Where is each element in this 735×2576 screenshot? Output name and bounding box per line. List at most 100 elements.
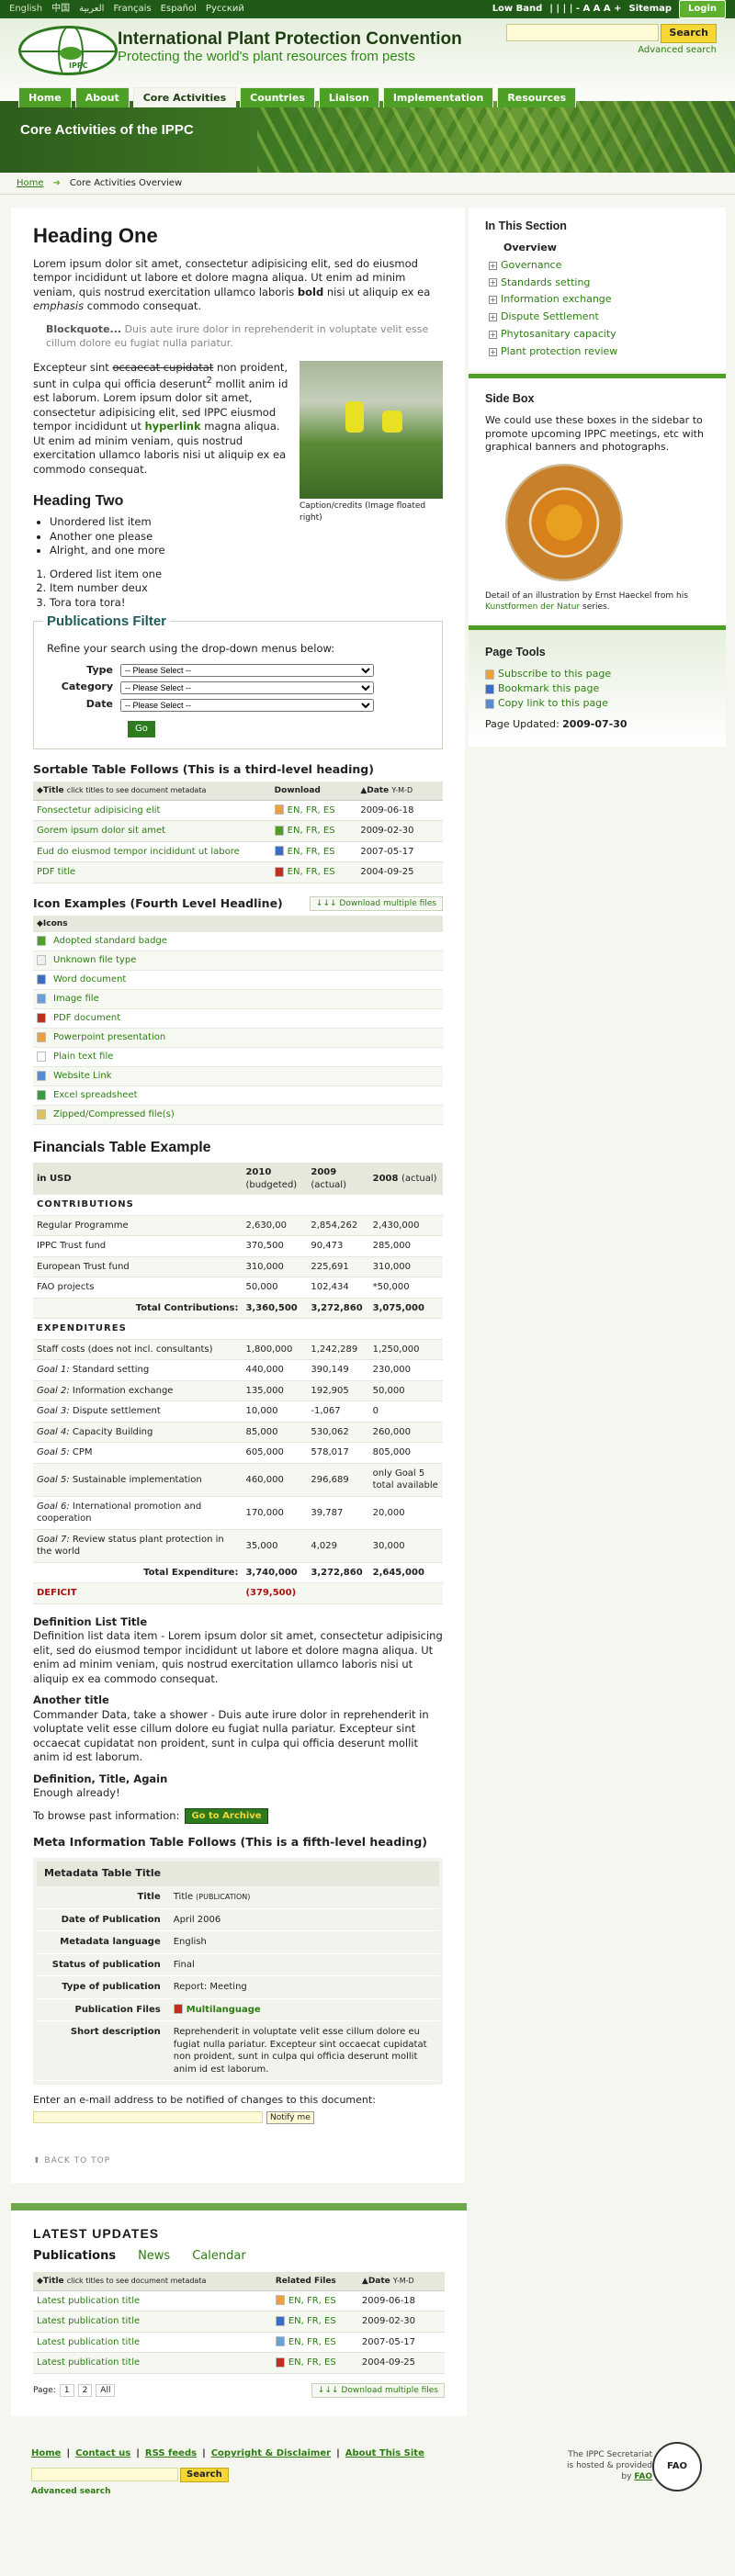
sidebar-item-standards-setting[interactable]: + Standards setting (489, 276, 709, 290)
expand-plus-icon[interactable]: + (489, 261, 497, 270)
page-tool-link[interactable]: Copy link to this page (485, 697, 709, 711)
footer-advanced-search-link[interactable]: Advanced search (31, 2486, 110, 2497)
expand-plus-icon[interactable]: + (489, 278, 497, 287)
page-link[interactable]: All (96, 2383, 116, 2397)
page-tool-link[interactable]: Bookmark this page (485, 682, 709, 696)
page-link[interactable]: 2 (77, 2383, 93, 2397)
search-button[interactable]: Search (661, 24, 717, 43)
nav-tab-about[interactable]: About (74, 87, 130, 107)
download-multiple-button[interactable]: ↓↓↓ Download multiple files (311, 2382, 445, 2398)
kunstformen-link[interactable]: Kunstformen der Natur (485, 602, 580, 612)
nav-tab-resources[interactable]: Resources (497, 87, 577, 107)
footer-search-input[interactable] (31, 2468, 178, 2481)
go-button[interactable]: Go (128, 721, 155, 737)
sidebar-item-governance[interactable]: + Governance (489, 259, 709, 273)
icon-example-row[interactable]: Unknown file type (33, 951, 443, 971)
language-download-links[interactable]: EN, FR, ES (288, 826, 335, 836)
date-column-header[interactable]: ▲Date Y-M-D (357, 2271, 445, 2291)
footer-link[interactable]: Copyright & Disclaimer (211, 2448, 331, 2458)
fao-logo[interactable]: FAO (652, 2442, 702, 2492)
icon-example-row[interactable]: Adopted standard badge (33, 932, 443, 951)
language-download-links[interactable]: EN, FR, ES (288, 867, 335, 877)
document-title-link[interactable]: Latest publication title (37, 2337, 140, 2347)
sitemap-link[interactable]: Sitemap (629, 3, 673, 16)
document-title-link[interactable]: Latest publication title (37, 2357, 140, 2368)
tab-news[interactable]: News (138, 2248, 170, 2265)
language-download-links[interactable]: EN, FR, ES (288, 2316, 336, 2326)
lang-link[interactable]: 中国 (51, 4, 70, 14)
nav-tab-countries[interactable]: Countries (240, 87, 315, 107)
sidebar-item-information-exchange[interactable]: + Information exchange (489, 293, 709, 307)
icon-example-row[interactable]: Website Link (33, 1066, 443, 1086)
nav-tab-implementation[interactable]: Implementation (382, 87, 494, 107)
tab-publications[interactable]: Publications (33, 2248, 116, 2265)
document-title-link[interactable]: Latest publication title (37, 2316, 140, 2326)
lang-link[interactable]: Русский (206, 4, 244, 14)
inline-hyperlink[interactable]: hyperlink (145, 420, 201, 433)
nav-tab-core-activities[interactable]: Core Activities (132, 87, 237, 107)
document-title-link[interactable]: Gorem ipsum dolor sit amet (37, 826, 165, 836)
footer-search-button[interactable]: Search (180, 2468, 229, 2482)
icon-example-row[interactable]: PDF document (33, 1009, 443, 1029)
search-input[interactable] (506, 24, 660, 41)
footer-link[interactable]: About This Site (345, 2448, 424, 2458)
expand-plus-icon[interactable]: + (489, 313, 497, 322)
page-link[interactable]: 1 (59, 2383, 74, 2397)
page-tool-link[interactable]: Subscribe to this page (485, 668, 709, 681)
language-download-links[interactable]: EN, FR, ES (288, 847, 335, 857)
expand-plus-icon[interactable]: + (489, 331, 497, 340)
download-multiple-button[interactable]: ↓↓↓ Download multiple files (309, 896, 443, 912)
icon-example-row[interactable]: Image file (33, 989, 443, 1009)
document-title-link[interactable]: Latest publication title (37, 2296, 140, 2306)
nav-tab-home[interactable]: Home (18, 87, 72, 107)
footer-link[interactable]: Contact us (75, 2448, 130, 2458)
icon-example-row[interactable]: Plain text file (33, 1048, 443, 1067)
document-title-link[interactable]: Fonsectetur adipisicing elit (37, 805, 160, 816)
title-column-header[interactable]: ◆Title click titles to see document meta… (33, 2271, 272, 2291)
icon-example-row[interactable]: Excel spreadsheet (33, 1086, 443, 1106)
archive-button[interactable]: Go to Archive (185, 1807, 268, 1825)
lang-link[interactable]: العربية (79, 4, 104, 14)
breadcrumb-home[interactable]: Home (17, 177, 44, 190)
back-to-top-link[interactable]: ⬆ BACK TO TOP (33, 2155, 443, 2166)
sidebar-item-dispute-settlement[interactable]: + Dispute Settlement (489, 310, 709, 324)
download-column-header[interactable]: Download (270, 781, 357, 801)
expand-plus-icon[interactable]: + (489, 296, 497, 305)
filter-date-select[interactable]: -- Please Select -- (120, 698, 374, 712)
advanced-search-link[interactable]: Advanced search (638, 44, 717, 57)
table-row: Staff costs (does not incl. consultants)… (33, 1339, 443, 1361)
lang-link[interactable]: Español (161, 4, 197, 14)
low-band-link[interactable]: Low Band (492, 3, 543, 16)
icon-example-row[interactable]: Word document (33, 971, 443, 990)
footer-link[interactable]: Home (31, 2448, 61, 2458)
icon-example-row[interactable]: Powerpoint presentation (33, 1028, 443, 1048)
nav-tab-liaison[interactable]: Liaison (318, 87, 379, 107)
language-download-links[interactable]: EN, FR, ES (288, 2357, 336, 2368)
tab-calendar[interactable]: Calendar (192, 2248, 245, 2265)
sidebar-item-phytosanitary-capacity[interactable]: + Phytosanitary capacity (489, 328, 709, 342)
text-size-controls[interactable]: | | | | - A A A + (549, 3, 621, 16)
ippc-logo[interactable]: IPPC (18, 26, 118, 75)
document-title-link[interactable]: PDF title (37, 867, 75, 877)
sidebar-item-overview[interactable]: Overview (503, 242, 709, 255)
date-column-header[interactable]: ▲Date Y-M-D (356, 781, 443, 801)
icon-example-row[interactable]: Zipped/Compressed file(s) (33, 1105, 443, 1125)
sidebar-item-plant-protection-review[interactable]: + Plant protection review (489, 345, 709, 359)
multilanguage-link[interactable]: Multilanguage (187, 2005, 261, 2015)
filter-type-select[interactable]: -- Please Select -- (120, 664, 374, 678)
document-title-link[interactable]: Eud do eiusmod tempor incididunt ut labo… (37, 847, 240, 857)
fao-link[interactable]: FAO (634, 2472, 652, 2481)
language-download-links[interactable]: EN, FR, ES (288, 2296, 336, 2306)
notify-button[interactable]: Notify me (266, 2111, 314, 2125)
language-download-links[interactable]: EN, FR, ES (288, 2337, 336, 2347)
lang-link[interactable]: English (9, 4, 42, 14)
email-field[interactable] (33, 2111, 263, 2123)
related-files-header[interactable]: Related Files (271, 2271, 358, 2291)
expand-plus-icon[interactable]: + (489, 347, 497, 356)
lang-link[interactable]: Français (113, 4, 151, 14)
title-column-header[interactable]: ◆Title click titles to see document meta… (33, 781, 271, 801)
language-download-links[interactable]: EN, FR, ES (288, 805, 335, 816)
filter-category-select[interactable]: -- Please Select -- (120, 681, 374, 694)
login-button[interactable]: Login (679, 0, 726, 18)
footer-link[interactable]: RSS feeds (145, 2448, 197, 2458)
